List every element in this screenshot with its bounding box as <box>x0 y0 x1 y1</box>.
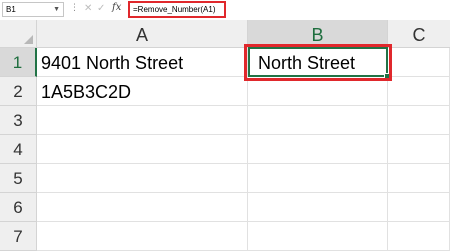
row-header-7[interactable]: 7 <box>0 222 37 251</box>
select-all-triangle-icon <box>24 35 33 44</box>
column-header-c[interactable]: C <box>388 20 450 48</box>
row-header-2[interactable]: 2 <box>0 77 37 106</box>
cell-a4[interactable] <box>37 135 248 164</box>
cell-c2[interactable] <box>388 77 450 106</box>
cell-b6[interactable] <box>248 193 388 222</box>
cell-c7[interactable] <box>388 222 450 251</box>
row-header-5[interactable]: 5 <box>0 164 37 193</box>
cell-c3[interactable] <box>388 106 450 135</box>
row-header-3[interactable]: 3 <box>0 106 37 135</box>
cell-a5[interactable] <box>37 164 248 193</box>
cell-c6[interactable] <box>388 193 450 222</box>
cell-b7[interactable] <box>248 222 388 251</box>
fill-handle[interactable] <box>384 73 390 79</box>
cell-a6[interactable] <box>37 193 248 222</box>
name-box[interactable]: B1 ▼ <box>2 2 64 17</box>
cell-a2[interactable]: 1A5B3C2D <box>37 77 248 106</box>
column-header-a[interactable]: A <box>37 20 248 48</box>
insert-function-icon[interactable]: fx <box>112 2 121 13</box>
more-options-icon[interactable]: ⋮ <box>70 2 79 13</box>
column-header-b[interactable]: B <box>248 20 388 48</box>
cell-b1[interactable]: North Street <box>248 48 388 77</box>
enter-icon[interactable]: ✓ <box>97 3 105 15</box>
row-header-6[interactable]: 6 <box>0 193 37 222</box>
chevron-down-icon[interactable]: ▼ <box>53 3 60 16</box>
cell-a1[interactable]: 9401 North Street <box>37 48 248 77</box>
cell-b5[interactable] <box>248 164 388 193</box>
select-all-button[interactable] <box>0 20 37 48</box>
cell-b3[interactable] <box>248 106 388 135</box>
cell-c4[interactable] <box>388 135 450 164</box>
cancel-icon[interactable]: ✕ <box>84 3 92 15</box>
worksheet-grid: A B C 1 2 3 4 5 6 7 9401 North Street No… <box>0 20 450 251</box>
cell-c1[interactable] <box>388 48 450 77</box>
cell-b4[interactable] <box>248 135 388 164</box>
row-header-1[interactable]: 1 <box>0 48 37 77</box>
cell-b2[interactable] <box>248 77 388 106</box>
formula-bar: B1 ▼ ⋮ ✕ ✓ fx =Remove_Number(A1) <box>0 0 450 21</box>
formula-input[interactable]: =Remove_Number(A1) <box>128 1 226 18</box>
cell-c5[interactable] <box>388 164 450 193</box>
row-header-4[interactable]: 4 <box>0 135 37 164</box>
cell-a7[interactable] <box>37 222 248 251</box>
name-box-value: B1 <box>6 5 16 14</box>
cell-a3[interactable] <box>37 106 248 135</box>
